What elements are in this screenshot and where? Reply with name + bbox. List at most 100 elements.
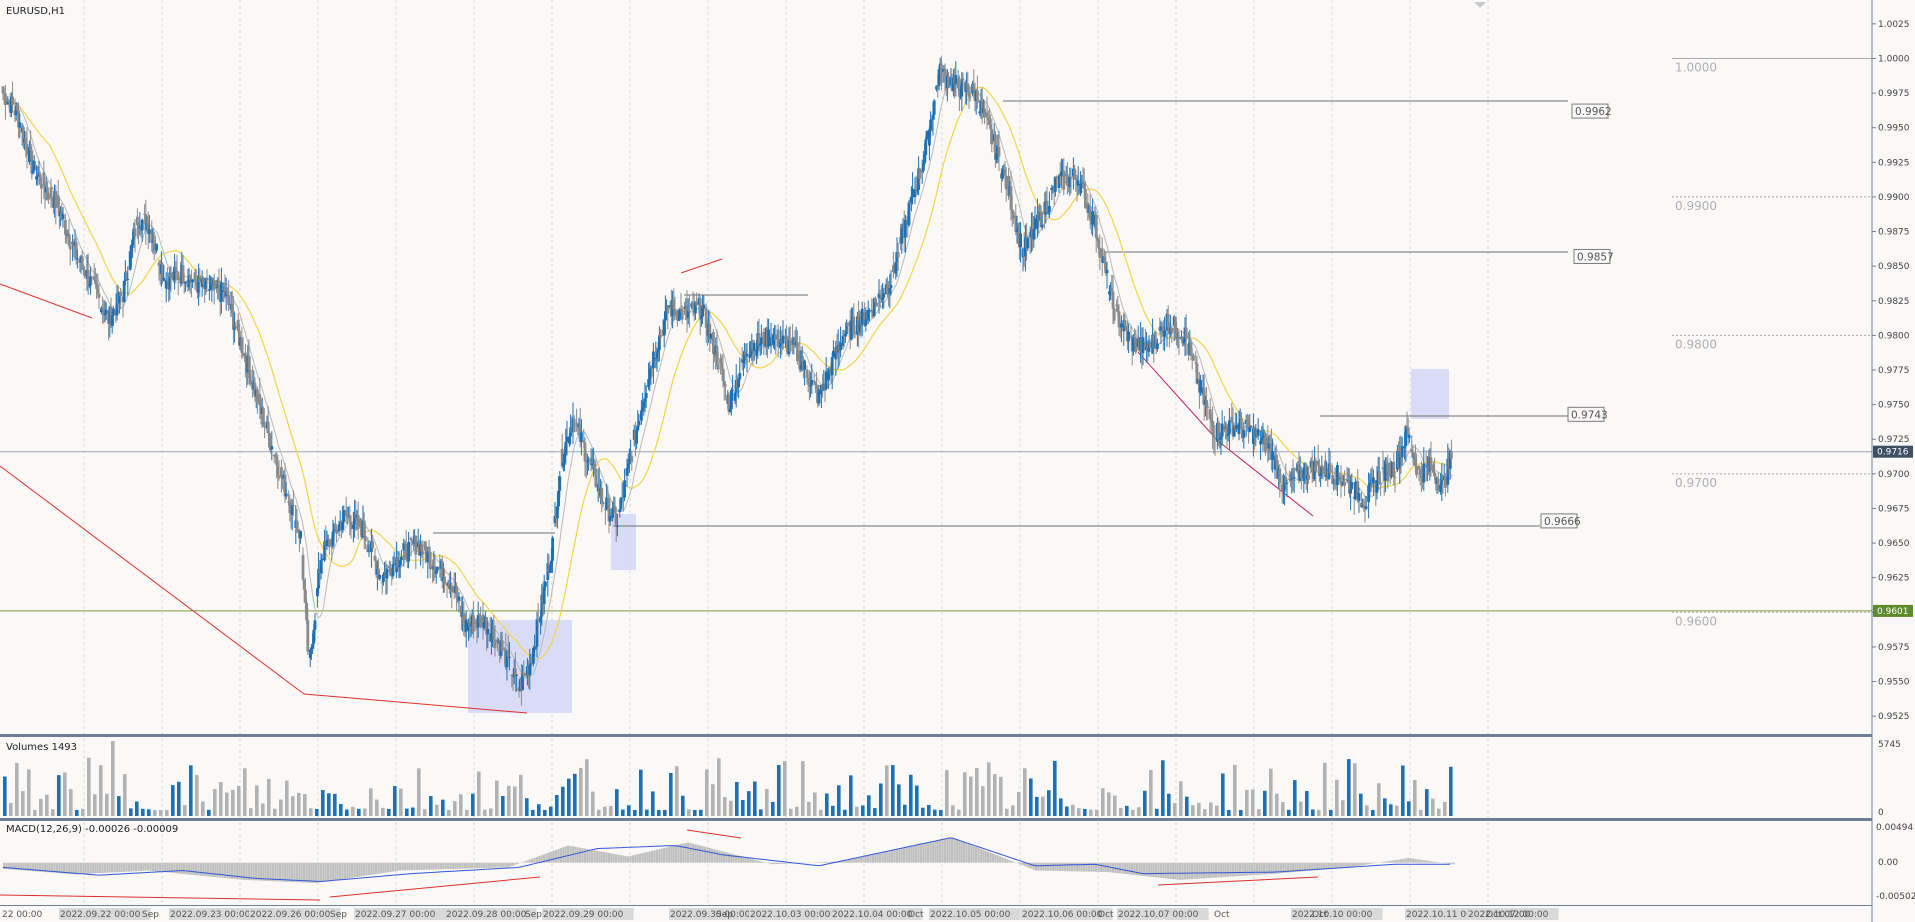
volume-bar [177, 781, 181, 816]
macd-histogram-bar [463, 862, 466, 869]
macd-histogram-bar [898, 849, 901, 863]
macd-histogram-bar [1435, 861, 1438, 863]
volume-bar [387, 808, 391, 816]
macd-histogram-bar [1205, 862, 1208, 879]
macd-histogram-bar [331, 862, 334, 881]
macd-trendline[interactable] [0, 894, 321, 901]
macd-histogram-bar [1128, 862, 1131, 875]
candle-body [846, 322, 850, 327]
macd-histogram-bar [665, 847, 668, 863]
candle-body [774, 334, 778, 340]
macd-histogram-bar [1056, 862, 1059, 871]
macd-trendline[interactable] [329, 876, 541, 898]
time-label: 2022.10.04 00:00 [832, 910, 913, 920]
macd-histogram-bar [622, 855, 625, 863]
volume-bar [1359, 793, 1363, 816]
macd-histogram-bar [1387, 860, 1390, 863]
macd-histogram-bar [874, 854, 877, 863]
volume-bar [81, 808, 85, 816]
volume-bar [453, 801, 457, 816]
candle-body [997, 146, 1001, 157]
macd-histogram-bar [87, 862, 90, 874]
macd-histogram-bar [1390, 860, 1393, 863]
volume-bar [879, 783, 883, 816]
macd-histogram-bar [948, 838, 951, 863]
macd-histogram-bar [382, 862, 385, 874]
volume-bar [1389, 804, 1393, 816]
candle-body [1105, 269, 1109, 274]
macd-histogram-bar [341, 862, 344, 880]
candle-body [572, 418, 576, 433]
macd-histogram-bar [291, 862, 294, 883]
candle-body [378, 574, 382, 579]
candle-body [781, 335, 785, 344]
volume-bar [537, 804, 541, 816]
macd-histogram-bar [358, 862, 361, 877]
current-price-value: 0.9716 [1877, 448, 1909, 458]
volume-bar [165, 809, 169, 816]
candle-body [280, 467, 283, 478]
candle-body [1300, 470, 1303, 479]
macd-histogram-bar [893, 850, 896, 863]
macd-histogram-bar [526, 860, 529, 863]
volume-bar [111, 741, 115, 816]
volume-bar [681, 795, 685, 816]
time-label: Sep [716, 910, 733, 920]
macd-trendline[interactable] [686, 829, 742, 839]
candle-body [1094, 214, 1098, 238]
macd-histogram-bar [567, 845, 570, 863]
macd-histogram-bar [591, 849, 594, 863]
macd-histogram-bar [1339, 862, 1342, 869]
candle-body [1242, 430, 1246, 438]
candle-body [1163, 330, 1166, 337]
candle-body [688, 310, 691, 312]
macd-histogram-bar [1239, 862, 1242, 876]
macd-histogram-bar [754, 859, 757, 863]
macd-histogram-bar [1404, 858, 1407, 863]
volume-bar [147, 809, 151, 816]
candle-body [1444, 476, 1447, 488]
candle-body [716, 364, 720, 370]
macd-histogram-bar [951, 837, 954, 863]
chart-canvas[interactable]: 1.0000 0.9900 0.9800 0.9700 0.9600 0.9962 0.9… [0, 0, 1915, 922]
candle-body [1228, 420, 1231, 435]
macd-histogram-bar [317, 862, 320, 883]
candle-body [1127, 331, 1130, 342]
candle-body [752, 343, 756, 351]
candle-body [32, 160, 36, 171]
macd-histogram-bar [646, 851, 649, 863]
candle-body [414, 535, 418, 555]
volume-bar [1203, 809, 1207, 816]
candle-body [594, 468, 598, 487]
time-label: 2022.09.30 00:00 [670, 910, 751, 920]
macd-histogram-bar [475, 862, 478, 869]
macd-histogram-bar [375, 862, 378, 875]
panel-separator[interactable] [0, 818, 1872, 821]
macd-histogram-bar [1385, 861, 1388, 863]
macd-histogram-bar [466, 862, 469, 869]
volume-bar [999, 776, 1003, 816]
macd-histogram-bar [360, 862, 363, 877]
macd-histogram-bar [461, 862, 464, 869]
macd-histogram-bar [267, 862, 270, 881]
volume-bar [339, 804, 343, 816]
mt-chart-window[interactable]: 1.0000 0.9900 0.9800 0.9700 0.9600 0.9962 0.9… [0, 0, 1915, 922]
macd-histogram-bar [605, 852, 608, 863]
candle-body [731, 389, 734, 391]
macd-histogram-bar [411, 862, 414, 871]
volume-bar [837, 785, 841, 816]
candle-body [1134, 337, 1138, 353]
volume-bar [1365, 805, 1369, 816]
macd-histogram-bar [1123, 862, 1126, 874]
volume-bar [1371, 809, 1375, 816]
volume-bar [1293, 780, 1297, 816]
time-axis[interactable]: 22 00:00 2022.09.22 00:00 Sep 2022.09.23 00… [2, 908, 1559, 920]
level-label-text: 0.9962 [1575, 106, 1612, 118]
macd-histogram-bar [113, 862, 116, 873]
macd-histogram-bar [149, 862, 152, 871]
panel-separator[interactable] [0, 734, 1872, 737]
time-label: 2022.09.27 00:00 [355, 910, 436, 920]
volume-bar [1185, 796, 1189, 816]
candle-body [702, 304, 706, 309]
macd-histogram-bar [384, 862, 387, 873]
